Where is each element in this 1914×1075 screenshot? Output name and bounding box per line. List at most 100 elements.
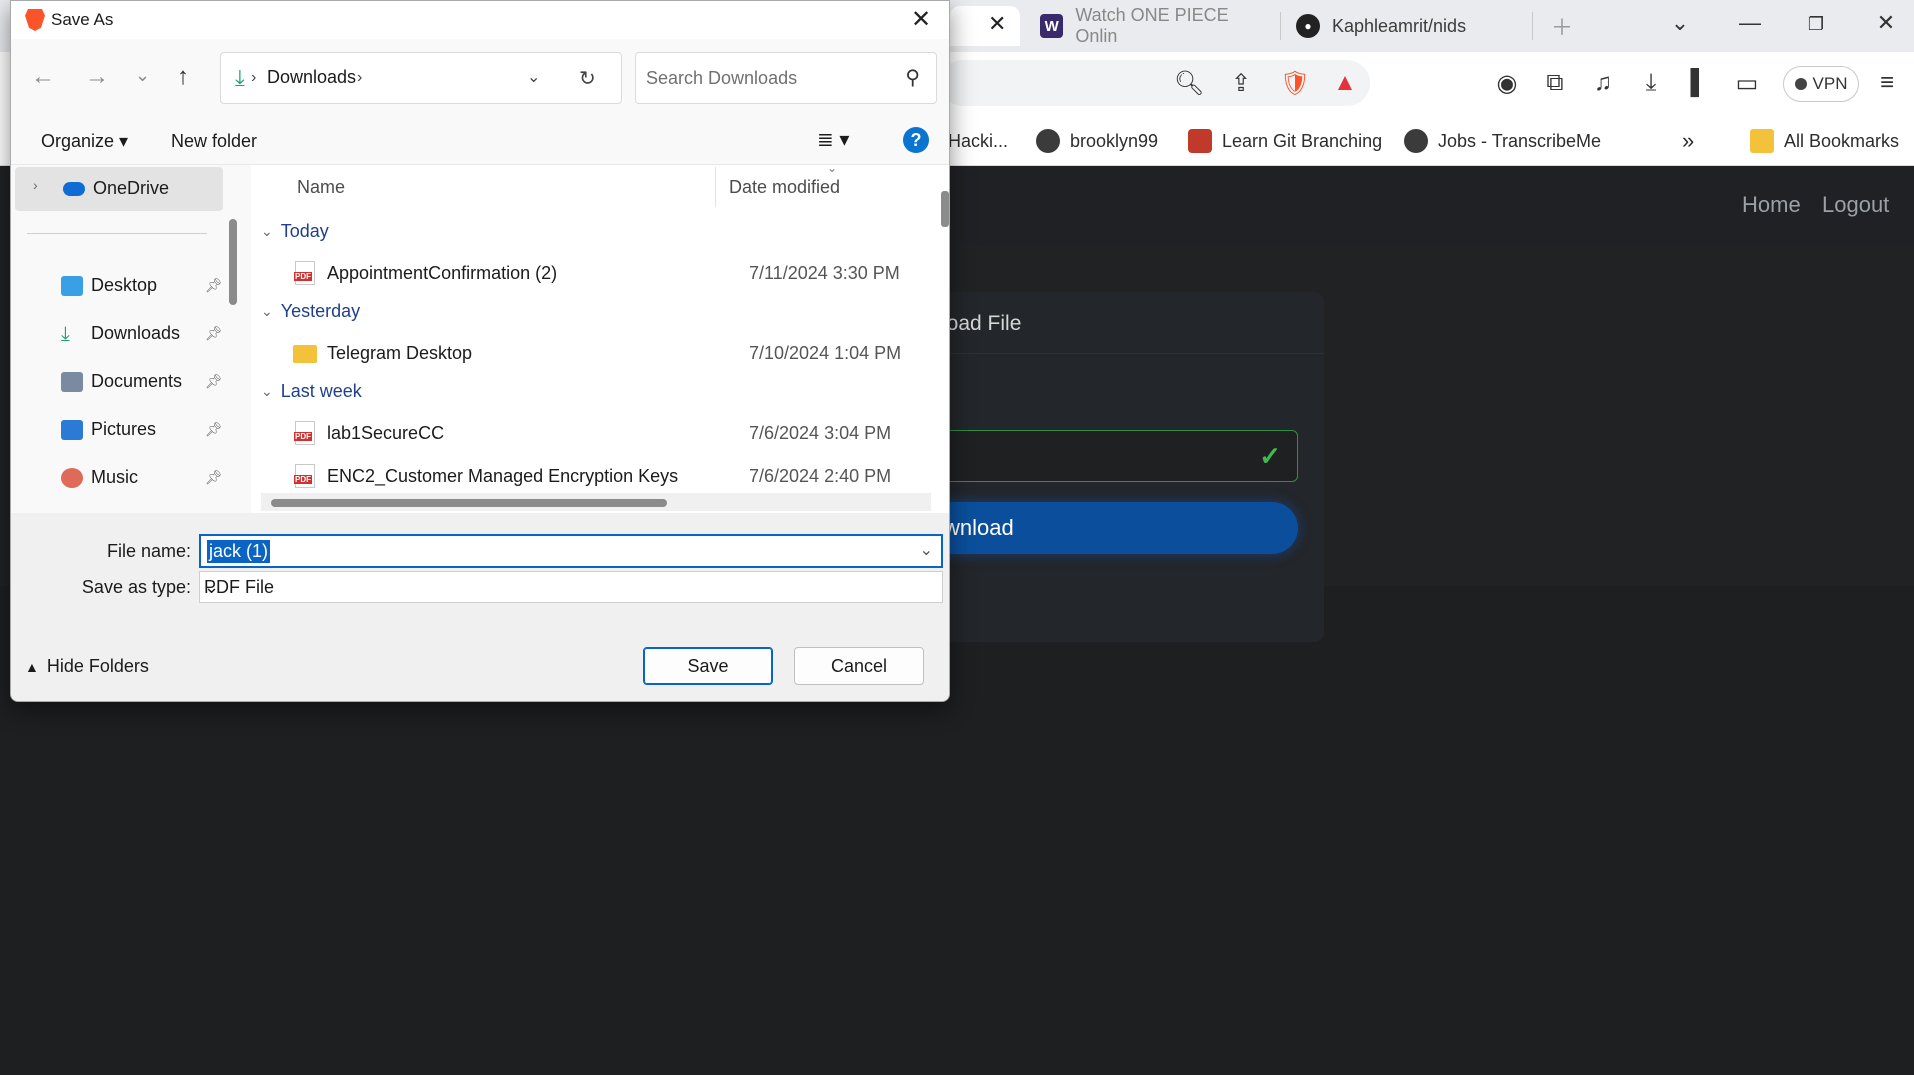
pdf-file-icon [294, 464, 315, 488]
new-tab-icon[interactable]: ＋ [1542, 10, 1582, 42]
bookmark-transcribeme[interactable]: Jobs - TranscribeMe [1404, 126, 1601, 156]
downloads-folder-icon: ⤓ [235, 65, 245, 90]
nav-item-desktop[interactable]: Desktop [61, 275, 157, 296]
refresh-icon[interactable]: ↻ [579, 66, 596, 91]
share-icon[interactable]: ⇪ [1224, 66, 1258, 100]
file-name-input[interactable]: jack (1) ⌄ [199, 534, 943, 568]
vpn-status-icon [1794, 78, 1807, 90]
group-header-last-week[interactable]: ⌄ Last week [261, 381, 362, 402]
nav-item-pictures[interactable]: Pictures [61, 419, 156, 440]
help-icon[interactable]: ? [903, 127, 929, 153]
brave-shields-icon[interactable]: 🛡︎ [1278, 66, 1312, 100]
column-header-date[interactable]: Date modified [729, 177, 840, 198]
group-label: Last week [280, 381, 362, 401]
nav-label: Music [91, 467, 139, 487]
column-separator[interactable] [715, 167, 716, 207]
expand-chevron-icon[interactable]: › [33, 177, 38, 193]
pdf-file-icon [294, 261, 315, 285]
nav-scrollbar[interactable] [229, 219, 237, 305]
nav-item-downloads[interactable]: ⤓ Downloads [61, 323, 180, 344]
nav-label: Desktop [91, 275, 158, 295]
onedrive-item[interactable]: OneDrive [63, 178, 169, 199]
tab-favicon-w: W [1040, 14, 1064, 38]
nav-item-music[interactable]: Music [61, 467, 138, 488]
dialog-nav-row: ← → ⌄ ↑ ⤓ › Downloads › ⌄ ↻ Search Downl… [11, 39, 949, 117]
pictures-icon [61, 419, 83, 440]
file-row[interactable]: ENC2_Customer Managed Encryption Keys 7/… [287, 462, 927, 492]
zoom-icon[interactable]: 🔍︎ [1172, 66, 1206, 100]
bookmark-brooklyn99[interactable]: brooklyn99 [1036, 126, 1158, 156]
dialog-close-icon[interactable]: ✕ [911, 5, 931, 34]
downloads-icon: ⤓ [61, 322, 70, 345]
tab-search-chevron-icon[interactable]: ⌄ [1660, 10, 1700, 36]
tab-close-icon[interactable]: ✕ [988, 11, 1006, 37]
back-arrow-icon[interactable]: ← [31, 63, 55, 91]
card-title: load File [942, 312, 1022, 335]
incognito-extension-icon[interactable]: ◉ [1490, 66, 1524, 100]
bookmark-learn-git[interactable]: Learn Git Branching [1188, 126, 1382, 156]
nav-label: Documents [91, 371, 183, 391]
hide-folders-toggle[interactable]: ▲ Hide Folders [25, 656, 149, 677]
address-field[interactable]: ⤓ › Downloads › ⌄ ↻ [220, 52, 622, 104]
up-arrow-icon[interactable]: ↑ [177, 63, 189, 91]
documents-icon [61, 371, 83, 392]
minimize-icon[interactable]: — [1730, 10, 1770, 36]
file-row[interactable]: lab1SecureCC 7/6/2024 3:04 PM [287, 419, 927, 449]
file-input[interactable]: ✓ [900, 430, 1298, 482]
nav-logout-link[interactable]: Logout [1822, 192, 1889, 218]
address-location: Downloads [267, 67, 357, 87]
tab-github[interactable]: ● Kaphleamrit/nids [1296, 6, 1526, 46]
bookmark-label: Hacki... [948, 130, 1009, 151]
search-icon[interactable]: ⚲ [905, 65, 920, 90]
save-type-select[interactable]: PDF File ⌄ [199, 571, 943, 603]
bookmark-hacking[interactable]: Hacki... [948, 126, 1008, 156]
nav-home-link[interactable]: Home [1742, 192, 1801, 218]
collapse-chevron-icon: ⌄ [261, 303, 273, 319]
nav-item-documents[interactable]: Documents [61, 371, 182, 392]
nav-label: OneDrive [93, 178, 170, 198]
forward-arrow-icon[interactable]: → [85, 63, 109, 91]
search-input[interactable]: Search Downloads ⚲ [635, 52, 937, 104]
group-header-yesterday[interactable]: ⌄ Yesterday [261, 301, 360, 322]
vpn-button[interactable]: VPN [1783, 66, 1859, 102]
music-icon [61, 467, 83, 488]
file-list-vertical-scrollbar[interactable] [941, 191, 949, 227]
view-options-icon[interactable]: ≣ ▾ [817, 127, 849, 152]
file-name-dropdown-icon[interactable]: ⌄ [920, 540, 933, 560]
organize-menu[interactable]: Organize ▾ [41, 131, 128, 152]
media-icon[interactable]: ♫ [1586, 66, 1620, 100]
brave-rewards-icon[interactable]: ▲ [1328, 66, 1362, 100]
extensions-icon[interactable]: ⧉ [1538, 66, 1572, 100]
breadcrumb-chevron-icon: › [251, 69, 257, 86]
cancel-button[interactable]: Cancel [794, 647, 924, 685]
column-header-name[interactable]: Name [297, 177, 345, 198]
dialog-command-bar: Organize ▾ New folder ≣ ▾ ? [11, 117, 949, 165]
new-folder-button[interactable]: New folder [171, 131, 257, 152]
caret-up-icon: ▲ [25, 658, 39, 675]
all-bookmarks[interactable]: All Bookmarks [1750, 126, 1899, 156]
file-name-value: jack (1) [207, 540, 271, 563]
restore-icon[interactable]: ❐ [1796, 14, 1836, 35]
bookmarks-overflow-icon[interactable]: » [1682, 126, 1694, 156]
download-button[interactable]: wnload [900, 502, 1298, 554]
file-date: 7/6/2024 2:40 PM [749, 466, 892, 486]
folder-row[interactable]: Telegram Desktop 7/10/2024 1:04 PM [287, 339, 927, 369]
file-row[interactable]: AppointmentConfirmation (2) 7/11/2024 3:… [287, 259, 927, 289]
tab-onepiece[interactable]: W Watch ONE PIECE Onlin [1040, 5, 1270, 46]
tab-current[interactable] [950, 6, 1020, 46]
save-type-dropdown-icon[interactable]: ⌄ [204, 577, 934, 598]
menu-icon[interactable]: ≡ [1870, 66, 1904, 100]
downloads-icon[interactable]: ⤓ [1634, 66, 1668, 100]
group-header-today[interactable]: ⌄ Today [261, 221, 329, 242]
sidebar-icon[interactable]: ▌ [1682, 66, 1716, 100]
address-dropdown-icon[interactable]: ⌄ [527, 67, 540, 87]
breadcrumb-chevron-icon[interactable]: › [357, 69, 362, 87]
file-list-horizontal-scrollbar[interactable] [271, 499, 667, 507]
save-button[interactable]: Save [643, 647, 773, 685]
wallet-icon[interactable]: ▭ [1730, 66, 1764, 100]
window-close-icon[interactable]: ✕ [1866, 10, 1906, 36]
tab-title: Kaphleamrit/nids [1332, 15, 1467, 36]
globe-icon [1036, 129, 1060, 153]
recent-locations-icon[interactable]: ⌄ [135, 65, 150, 86]
file-name-label: File name: [106, 541, 191, 561]
